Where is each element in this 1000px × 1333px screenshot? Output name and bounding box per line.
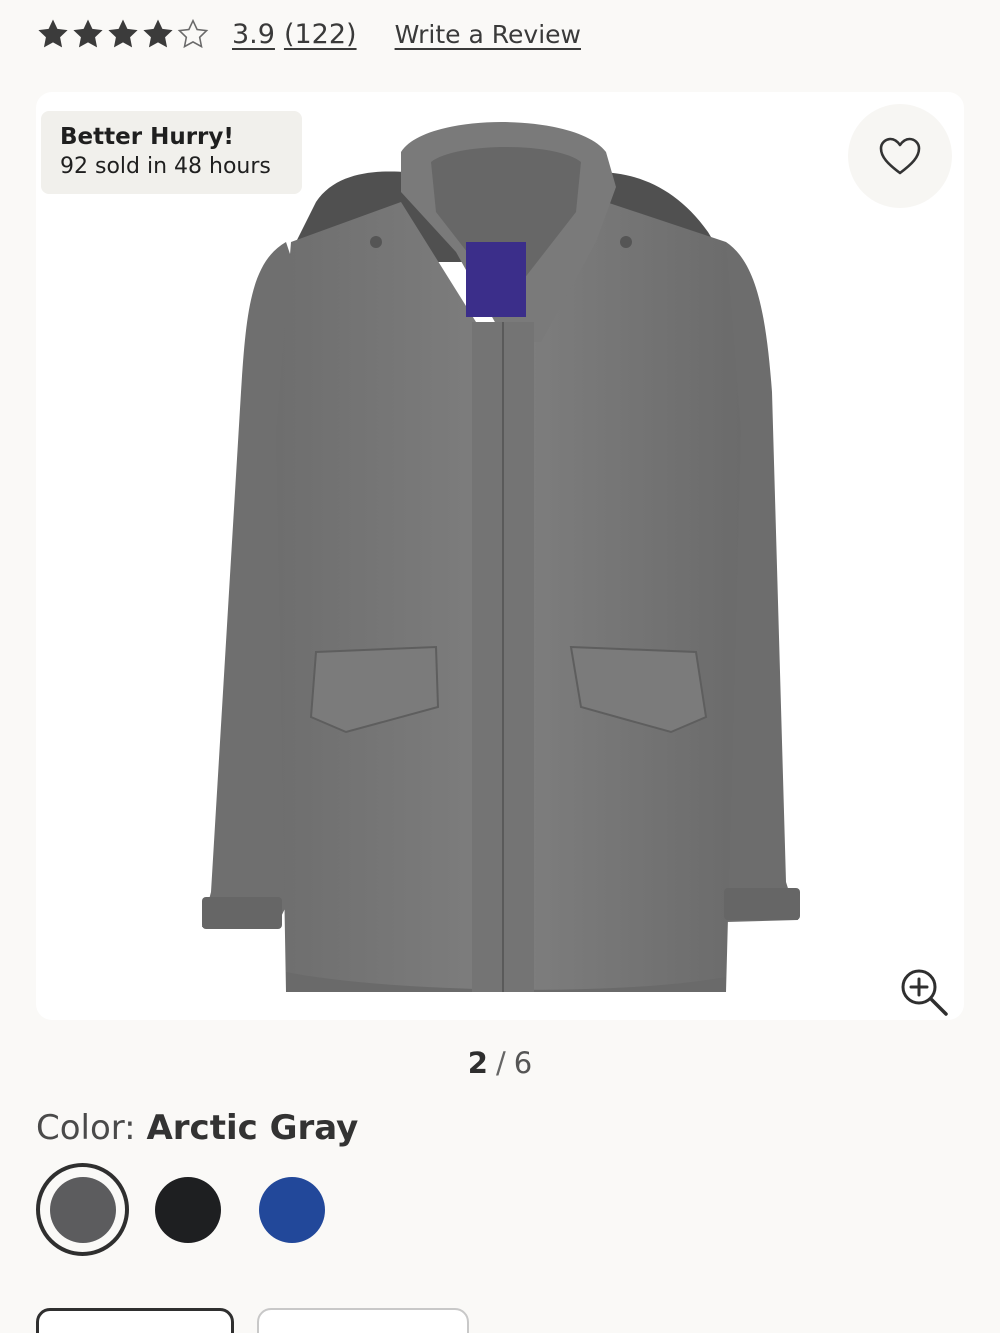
color-label-prefix: Color: <box>36 1108 136 1148</box>
swatch-arctic-gray[interactable] <box>36 1163 129 1256</box>
zoom-in-icon[interactable] <box>898 966 950 1018</box>
write-review-link[interactable]: Write a Review <box>395 20 581 49</box>
size-option[interactable] <box>257 1308 469 1333</box>
swatch-color <box>155 1176 221 1243</box>
urgency-badge-subtitle: 92 sold in 48 hours <box>60 154 271 179</box>
star-rating[interactable] <box>36 17 210 51</box>
color-swatches <box>36 1163 361 1256</box>
urgency-badge-title: Better Hurry! <box>60 124 234 150</box>
heart-icon <box>879 137 921 175</box>
review-count-link[interactable]: (122) <box>284 19 357 50</box>
star-filled-icon <box>73 19 103 48</box>
rating-value-link[interactable]: 3.9 <box>232 19 275 50</box>
urgency-badge: Better Hurry! 92 sold in 48 hours <box>41 111 302 194</box>
selected-color-name: Arctic Gray <box>146 1108 359 1148</box>
star-filled-icon <box>108 19 138 48</box>
product-page: 3.9 (122) Write a Review Better Hurry! 9… <box>0 0 1000 1333</box>
gallery-pager: 2/6 <box>0 1046 1000 1080</box>
favorite-button[interactable] <box>848 104 952 208</box>
swatch-color <box>49 1176 116 1243</box>
product-gallery[interactable]: Better Hurry! 92 sold in 48 hours <box>36 92 964 1020</box>
swatch-color <box>259 1176 325 1243</box>
swatch-blue[interactable] <box>257 1175 327 1245</box>
product-image[interactable] <box>36 92 964 1020</box>
swatch-black[interactable] <box>153 1175 223 1245</box>
star-empty-icon <box>177 18 209 49</box>
pager-separator: / <box>495 1046 506 1080</box>
star-filled-icon <box>38 19 68 48</box>
size-option-selected[interactable] <box>36 1308 234 1333</box>
rating-row: 3.9 (122) Write a Review <box>36 14 581 54</box>
pager-current: 2 <box>467 1046 488 1080</box>
pager-total: 6 <box>513 1046 533 1080</box>
star-filled-icon <box>143 19 173 48</box>
color-label: Color: Arctic Gray <box>36 1108 358 1148</box>
